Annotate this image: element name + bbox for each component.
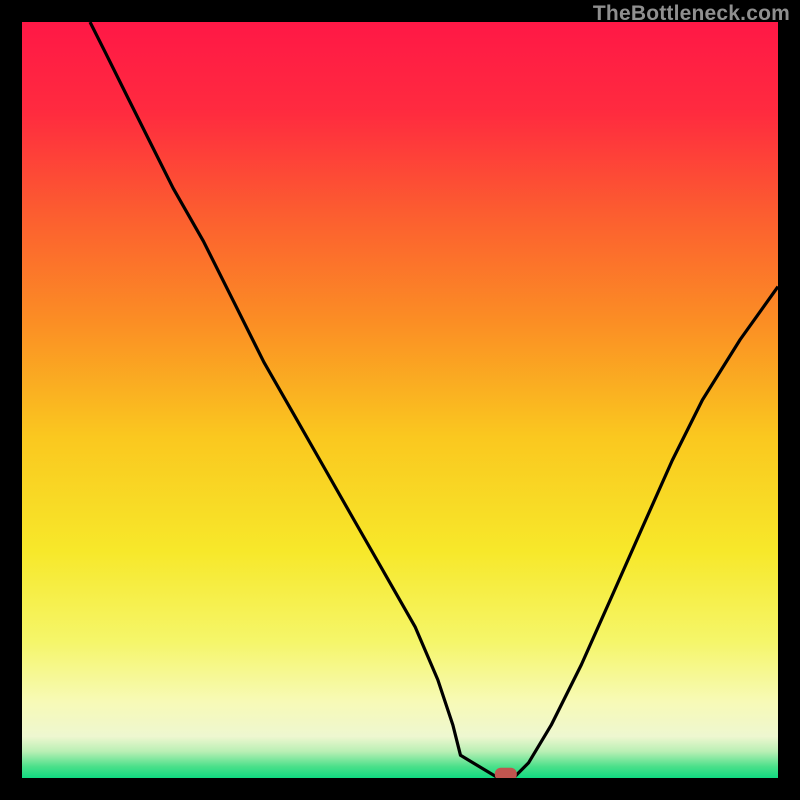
- data-curve: [90, 22, 778, 778]
- plot-area: [22, 22, 778, 778]
- chart-frame: TheBottleneck.com: [0, 0, 800, 800]
- chart-overlay: [22, 22, 778, 778]
- watermark-text: TheBottleneck.com: [593, 2, 790, 26]
- optimum-marker: [495, 768, 517, 778]
